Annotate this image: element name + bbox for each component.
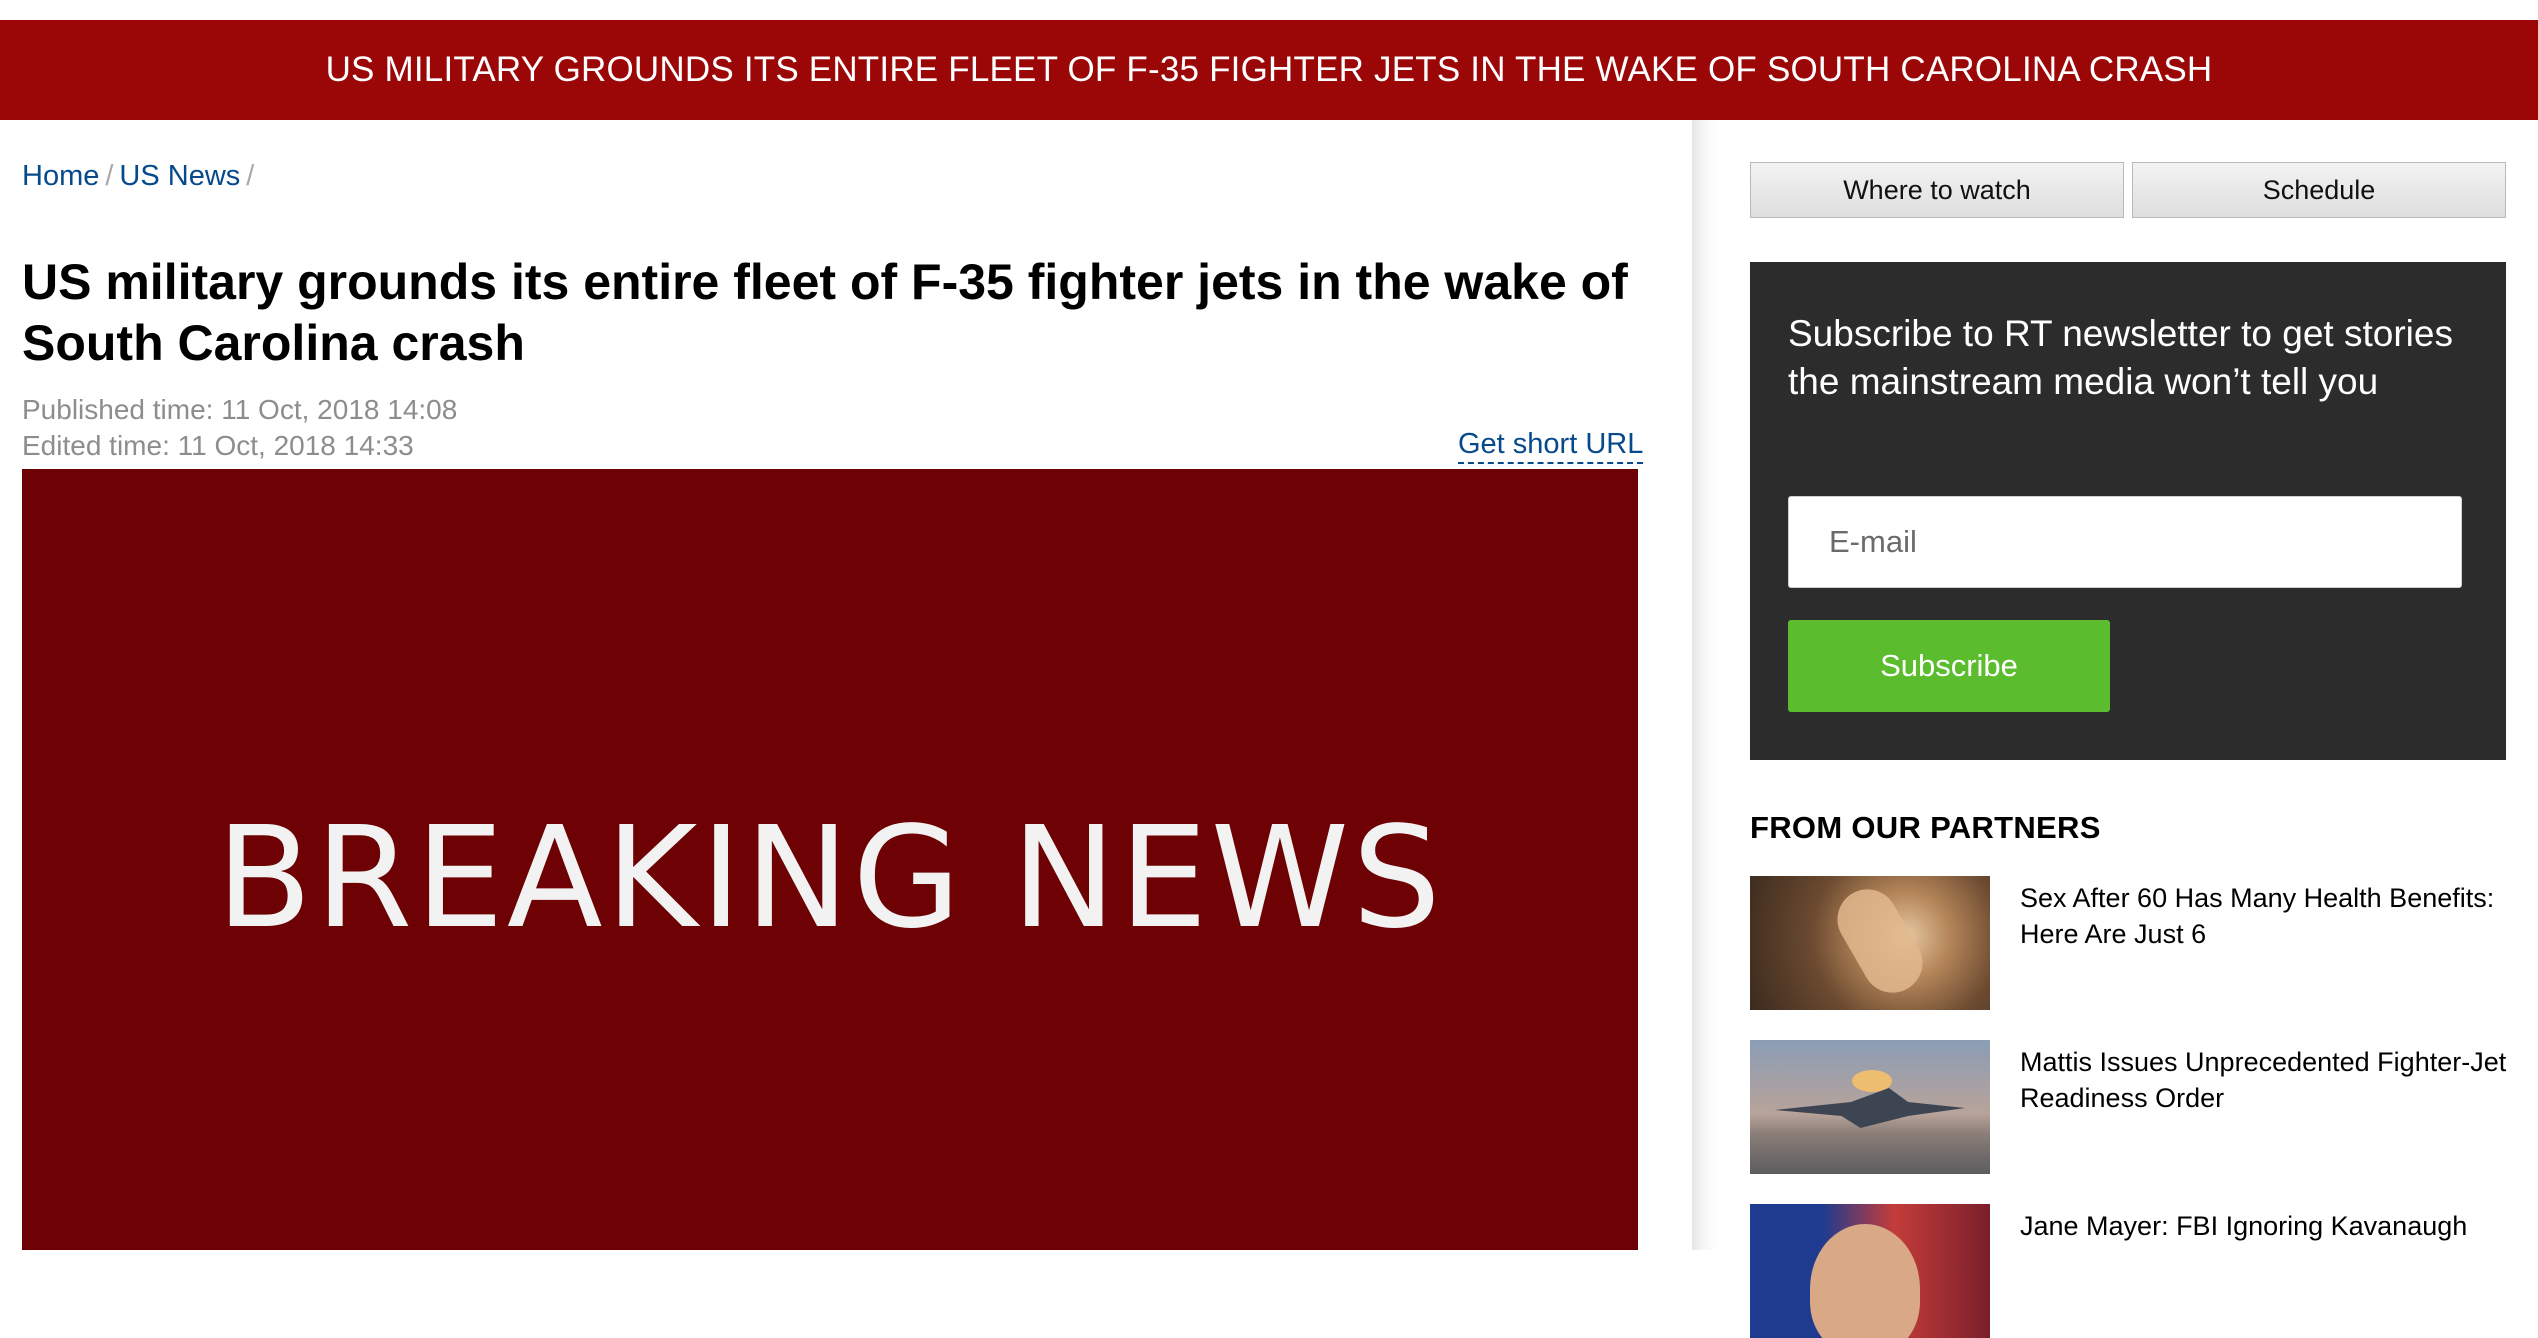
edited-time: Edited time: 11 Oct, 2018 14:33 bbox=[22, 430, 414, 461]
article-column: Home / US News / US military grounds its en… bbox=[0, 120, 1692, 1250]
article-headline: US military grounds its entire fleet of … bbox=[22, 254, 1628, 371]
breadcrumb: Home / US News / bbox=[22, 160, 260, 193]
sidebar: Where to watch Schedule Subscribe to RT … bbox=[1718, 120, 2538, 1338]
breaking-news-banner[interactable]: US MILITARY GROUNDS ITS ENTIRE FLEET OF … bbox=[0, 20, 2538, 120]
where-to-watch-button[interactable]: Where to watch bbox=[1750, 162, 2124, 218]
get-short-url-link[interactable]: Get short URL bbox=[1458, 428, 1644, 464]
partner-item[interactable]: Sex After 60 Has Many Health Benefits: H… bbox=[1750, 876, 2506, 1010]
breadcrumb-separator: / bbox=[105, 160, 114, 192]
hands-image-detail bbox=[1826, 878, 1934, 1004]
column-divider bbox=[1692, 120, 1718, 1250]
top-strip bbox=[0, 0, 2538, 20]
partner-headline[interactable]: Sex After 60 Has Many Health Benefits: H… bbox=[2020, 880, 2510, 952]
partner-thumbnail[interactable] bbox=[1750, 1204, 1990, 1338]
partner-headline[interactable]: Mattis Issues Unprecedented Fighter-Jet … bbox=[2020, 1044, 2510, 1116]
partner-item[interactable]: Jane Mayer: FBI Ignoring Kavanaugh bbox=[1750, 1204, 2506, 1338]
portrait-image-detail bbox=[1810, 1224, 1920, 1338]
hero-breaking-news-text: BREAKING NEWS bbox=[216, 797, 1444, 960]
banner-text[interactable]: US MILITARY GROUNDS ITS ENTIRE FLEET OF … bbox=[326, 50, 2213, 90]
partner-item[interactable]: Mattis Issues Unprecedented Fighter-Jet … bbox=[1750, 1040, 2506, 1174]
breadcrumb-separator: / bbox=[246, 160, 255, 192]
hero-image: BREAKING NEWS bbox=[22, 469, 1638, 1250]
newsletter-title: Subscribe to RT newsletter to get storie… bbox=[1788, 313, 2453, 402]
email-field[interactable] bbox=[1788, 496, 2462, 588]
subscribe-button[interactable]: Subscribe bbox=[1788, 620, 2110, 712]
breadcrumb-home[interactable]: Home bbox=[22, 160, 99, 192]
breadcrumb-us-news[interactable]: US News bbox=[119, 160, 240, 192]
partner-headline[interactable]: Jane Mayer: FBI Ignoring Kavanaugh bbox=[2020, 1208, 2510, 1244]
partner-thumbnail[interactable] bbox=[1750, 876, 1990, 1010]
fighter-jet-image-detail bbox=[1775, 1088, 1965, 1128]
published-time: Published time: 11 Oct, 2018 14:08 bbox=[22, 394, 458, 425]
partners-heading: FROM OUR PARTNERS bbox=[1750, 810, 2101, 845]
partner-thumbnail[interactable] bbox=[1750, 1040, 1990, 1174]
afterburner-glow-detail bbox=[1852, 1070, 1892, 1092]
newsletter-box: Subscribe to RT newsletter to get storie… bbox=[1750, 262, 2506, 760]
schedule-button[interactable]: Schedule bbox=[2132, 162, 2506, 218]
